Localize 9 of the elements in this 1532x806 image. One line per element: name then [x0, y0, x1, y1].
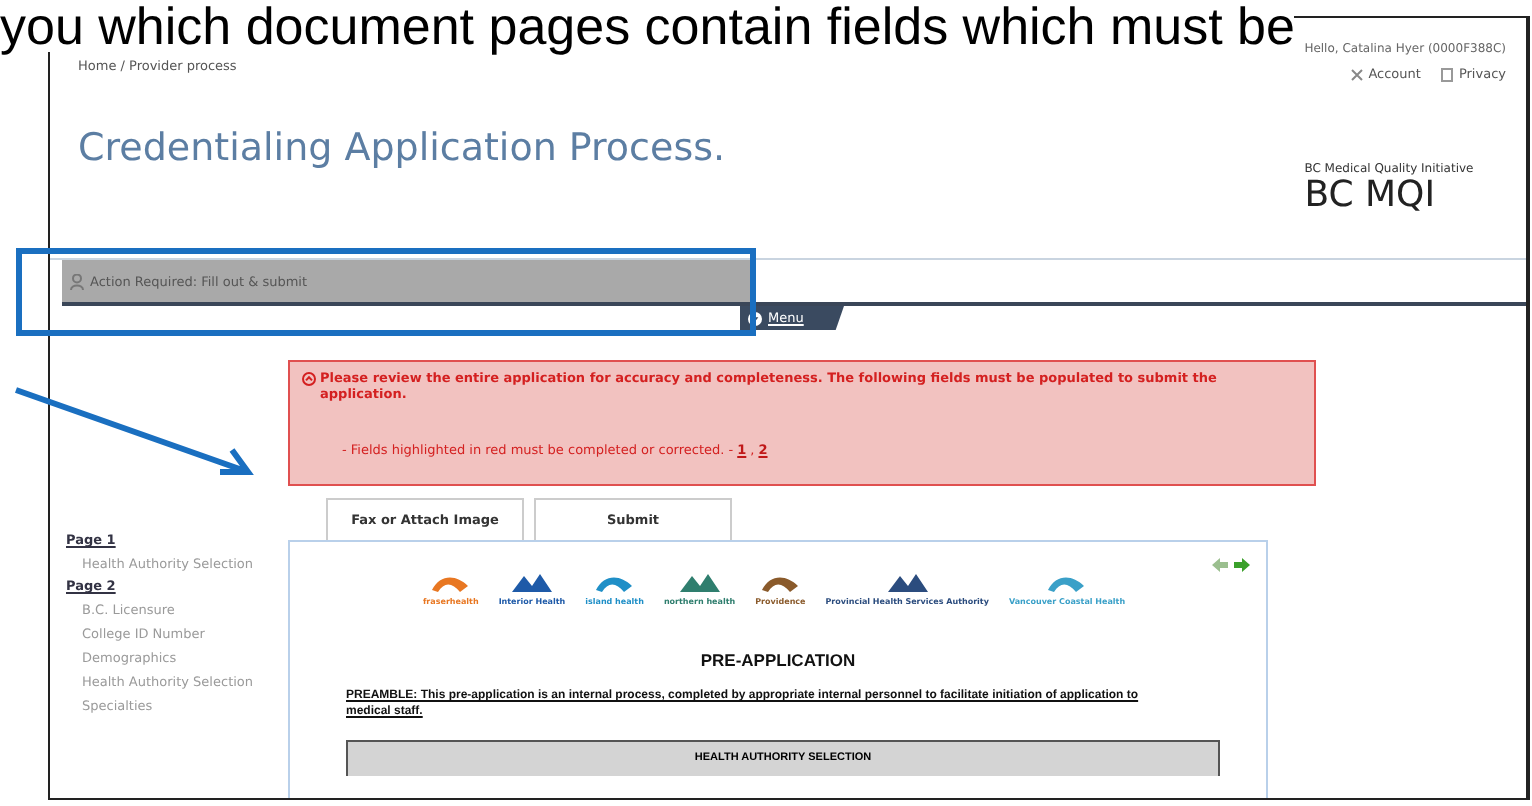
page-title: Credentialing Application Process.: [78, 126, 726, 170]
document-heading: PRE-APPLICATION: [698, 650, 858, 670]
document-icon: [1440, 67, 1455, 81]
forward-arrow-icon[interactable]: [1234, 558, 1250, 572]
caption-text: you which document pages contain fields which must be: [0, 0, 1295, 52]
person-icon: [70, 273, 84, 289]
back-arrow-icon[interactable]: [1212, 558, 1228, 572]
organization-logo-text: BC MQI: [1304, 176, 1436, 216]
collapse-icon: [302, 372, 316, 386]
